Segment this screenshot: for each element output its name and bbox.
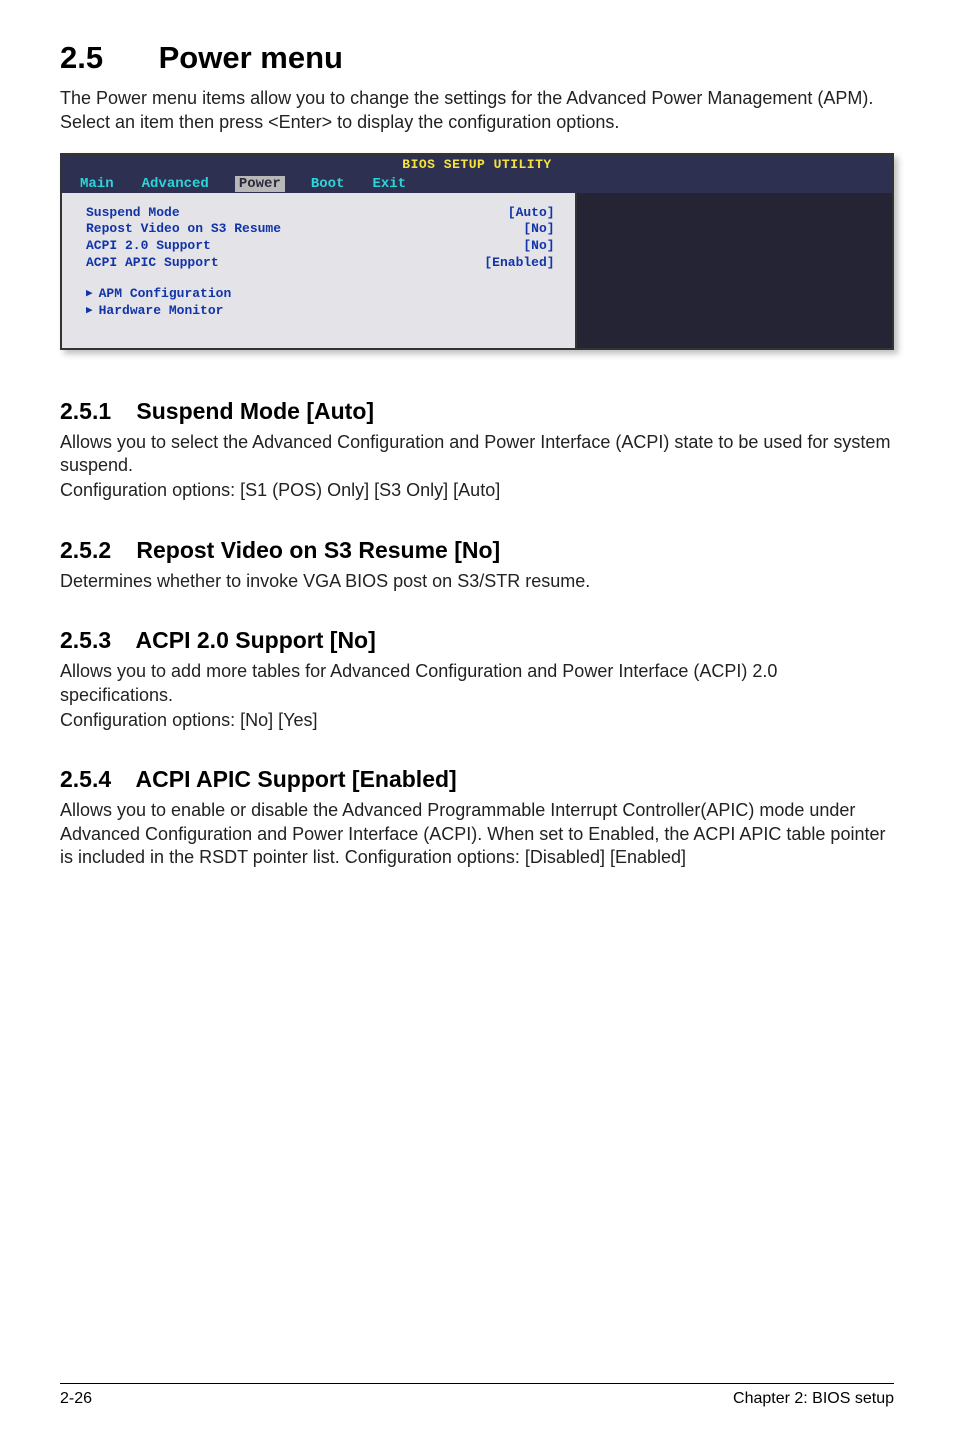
section-number: 2.5.4	[60, 766, 130, 793]
section-paragraph: Determines whether to invoke VGA BIOS po…	[60, 570, 894, 593]
bios-label: ACPI 2.0 Support	[86, 238, 211, 255]
bios-tab-power[interactable]: Power	[235, 176, 285, 192]
page-heading: 2.5 Power menu	[60, 40, 894, 76]
heading-title: Power menu	[159, 40, 343, 75]
bios-screenshot: BIOS SETUP UTILITY Main Advanced Power B…	[60, 153, 894, 350]
arrow-icon: ▶	[86, 287, 93, 301]
footer-chapter: Chapter 2: BIOS setup	[733, 1390, 894, 1408]
bios-label: Repost Video on S3 Resume	[86, 221, 281, 238]
arrow-icon: ▶	[86, 304, 93, 318]
footer-page-number: 2-26	[60, 1390, 92, 1408]
bios-label: Suspend Mode	[86, 205, 180, 222]
bios-left-panel: Suspend Mode [Auto] Repost Video on S3 R…	[62, 193, 577, 348]
bios-value: [Enabled]	[484, 255, 554, 272]
bios-header: BIOS SETUP UTILITY Main Advanced Power B…	[62, 155, 892, 193]
section-paragraph: Allows you to enable or disable the Adva…	[60, 799, 894, 869]
page-footer: 2-26 Chapter 2: BIOS setup	[60, 1383, 894, 1408]
section-252: 2.5.2 Repost Video on S3 Resume [No] Det…	[60, 517, 894, 595]
section-251: 2.5.1 Suspend Mode [Auto] Allows you to …	[60, 378, 894, 505]
bios-title: BIOS SETUP UTILITY	[402, 157, 551, 172]
submenu-label: Hardware Monitor	[99, 303, 224, 320]
section-title: ACPI 2.0 Support [No]	[136, 627, 376, 653]
bios-value: [No]	[523, 221, 554, 238]
bios-body: Suspend Mode [Auto] Repost Video on S3 R…	[62, 193, 892, 348]
section-number: 2.5.1	[60, 398, 130, 425]
bios-row-repost-video[interactable]: Repost Video on S3 Resume [No]	[86, 221, 555, 238]
bios-row-acpi-20[interactable]: ACPI 2.0 Support [No]	[86, 238, 555, 255]
bios-tab-boot[interactable]: Boot	[309, 176, 347, 192]
section-title: ACPI APIC Support [Enabled]	[136, 766, 457, 792]
bios-submenu-apm[interactable]: ▶ APM Configuration	[86, 286, 555, 303]
section-heading: 2.5.3 ACPI 2.0 Support [No]	[60, 627, 894, 654]
bios-label: ACPI APIC Support	[86, 255, 219, 272]
section-heading: 2.5.4 ACPI APIC Support [Enabled]	[60, 766, 894, 793]
section-paragraph: Configuration options: [S1 (POS) Only] […	[60, 479, 894, 502]
bios-value: [Auto]	[508, 205, 555, 222]
bios-tab-exit[interactable]: Exit	[370, 176, 408, 192]
bios-submenu-group: ▶ APM Configuration ▶ Hardware Monitor	[86, 286, 555, 320]
section-title: Repost Video on S3 Resume [No]	[136, 537, 500, 563]
bios-value: [No]	[523, 238, 554, 255]
section-number: 2.5.3	[60, 627, 130, 654]
section-heading: 2.5.1 Suspend Mode [Auto]	[60, 398, 894, 425]
spacer	[60, 884, 894, 1384]
bios-row-suspend-mode[interactable]: Suspend Mode [Auto]	[86, 205, 555, 222]
section-254: 2.5.4 ACPI APIC Support [Enabled] Allows…	[60, 746, 894, 871]
bios-tabs: Main Advanced Power Boot Exit	[78, 176, 408, 192]
section-paragraph: Configuration options: [No] [Yes]	[60, 709, 894, 732]
heading-number: 2.5	[60, 40, 150, 76]
section-title: Suspend Mode [Auto]	[136, 398, 374, 424]
section-number: 2.5.2	[60, 537, 130, 564]
bios-row-acpi-apic[interactable]: ACPI APIC Support [Enabled]	[86, 255, 555, 272]
bios-submenu-hardware-monitor[interactable]: ▶ Hardware Monitor	[86, 303, 555, 320]
intro-paragraph: The Power menu items allow you to change…	[60, 86, 894, 135]
submenu-label: APM Configuration	[99, 286, 232, 303]
section-heading: 2.5.2 Repost Video on S3 Resume [No]	[60, 537, 894, 564]
bios-tab-main[interactable]: Main	[78, 176, 116, 192]
section-253: 2.5.3 ACPI 2.0 Support [No] Allows you t…	[60, 607, 894, 734]
section-paragraph: Allows you to add more tables for Advanc…	[60, 660, 894, 707]
section-paragraph: Allows you to select the Advanced Config…	[60, 431, 894, 478]
bios-right-panel	[577, 193, 892, 348]
bios-tab-advanced[interactable]: Advanced	[140, 176, 211, 192]
